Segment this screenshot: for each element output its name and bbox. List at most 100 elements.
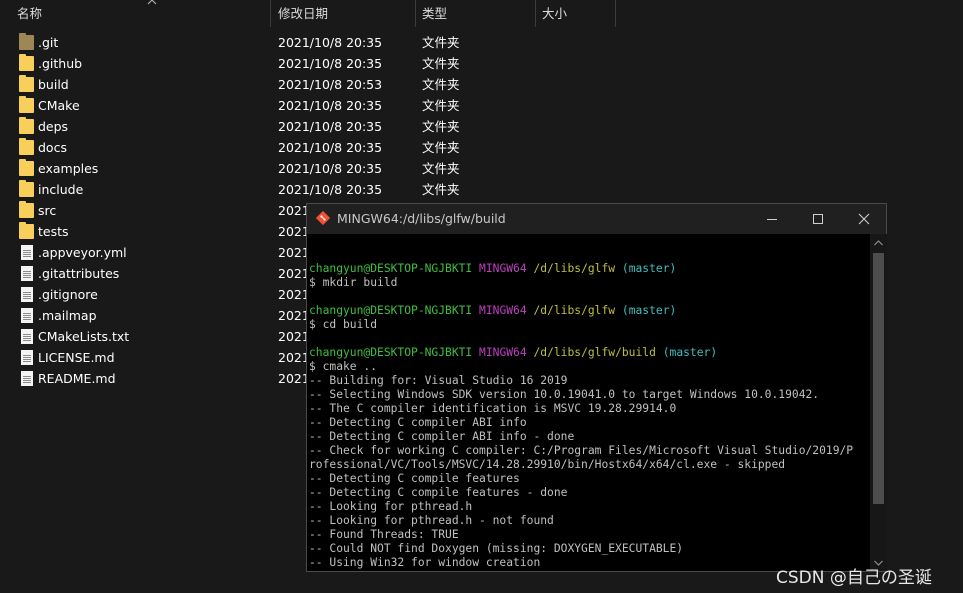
file-type: 文件夹 bbox=[422, 119, 460, 134]
file-type: 文件夹 bbox=[422, 140, 460, 155]
output-line: -- Detecting C compiler ABI info - done bbox=[309, 430, 575, 443]
output-line: $ cmake .. bbox=[309, 360, 378, 373]
folder-icon bbox=[19, 159, 34, 176]
column-header-type-label: 类型 bbox=[422, 6, 448, 21]
output-line: -- Check for working C compiler: C:/Prog… bbox=[309, 444, 854, 457]
scroll-up-arrow-icon[interactable] bbox=[874, 240, 883, 246]
close-icon bbox=[858, 213, 870, 225]
column-header-date-label: 修改日期 bbox=[278, 6, 329, 21]
file-name: .appveyor.yml bbox=[38, 245, 127, 260]
file-name: CMakeLists.txt bbox=[38, 329, 130, 344]
file-name: LICENSE.md bbox=[38, 350, 115, 365]
column-header-name[interactable]: 名称 bbox=[11, 0, 271, 27]
file-date: 2021/10/8 20:35 bbox=[278, 161, 383, 176]
file-row[interactable]: deps 2021/10/8 20:35 文件夹 bbox=[0, 116, 963, 137]
file-name: CMake bbox=[38, 98, 80, 113]
column-divider[interactable] bbox=[270, 0, 271, 27]
folder-icon bbox=[19, 96, 34, 113]
output-line: -- Detecting C compiler ABI info bbox=[309, 416, 527, 429]
file-icon bbox=[21, 266, 33, 281]
prompt-branch: (master) bbox=[662, 346, 718, 359]
maximize-button[interactable] bbox=[795, 204, 841, 234]
file-row[interactable]: examples 2021/10/8 20:35 文件夹 bbox=[0, 158, 963, 179]
terminal-title: MINGW64:/d/libs/glfw/build bbox=[337, 211, 506, 226]
folder-icon bbox=[19, 33, 34, 50]
file-icon bbox=[21, 329, 33, 344]
file-name: examples bbox=[38, 161, 99, 176]
column-divider[interactable] bbox=[615, 0, 616, 27]
file-name: README.md bbox=[38, 371, 116, 386]
file-row[interactable]: .github 2021/10/8 20:35 文件夹 bbox=[0, 53, 963, 74]
output-line: -- Looking for pthread.h bbox=[309, 500, 473, 513]
prompt-line: changyun@DESKTOP-NGJBKTI MINGW64 /d/libs… bbox=[309, 346, 871, 360]
file-type: 文件夹 bbox=[422, 56, 460, 71]
file-name: .gitignore bbox=[38, 287, 98, 302]
git-icon bbox=[316, 211, 330, 225]
watermark: CSDN @自己の圣诞 bbox=[776, 568, 932, 588]
column-header-bar: 名称 修改日期 类型 大小 bbox=[0, 0, 963, 27]
column-header-size[interactable]: 大小 bbox=[536, 0, 616, 27]
file-type: 文件夹 bbox=[422, 161, 460, 176]
column-header-date[interactable]: 修改日期 bbox=[272, 0, 416, 27]
file-name: tests bbox=[38, 224, 69, 239]
prompt-shell: MINGW64 bbox=[479, 346, 527, 359]
file-icon bbox=[21, 350, 33, 365]
terminal-titlebar[interactable]: MINGW64:/d/libs/glfw/build bbox=[307, 204, 886, 234]
file-date: 2021/10/8 20:35 bbox=[278, 35, 383, 50]
prompt-branch: (master) bbox=[621, 262, 677, 275]
file-name: include bbox=[38, 182, 84, 197]
file-row[interactable]: include 2021/10/8 20:35 文件夹 bbox=[0, 179, 963, 200]
output-line: -- Selecting Windows SDK version 10.0.19… bbox=[309, 388, 820, 401]
prompt-line: changyun@DESKTOP-NGJBKTI MINGW64 /d/libs… bbox=[309, 304, 871, 318]
minimize-button[interactable] bbox=[749, 204, 795, 234]
file-date: 2021/10/8 20:35 bbox=[278, 119, 383, 134]
column-header-type[interactable]: 类型 bbox=[416, 0, 536, 27]
file-name: docs bbox=[38, 140, 67, 155]
file-row[interactable]: .git 2021/10/8 20:35 文件夹 bbox=[0, 32, 963, 53]
folder-icon bbox=[19, 180, 34, 197]
file-row[interactable]: docs 2021/10/8 20:35 文件夹 bbox=[0, 137, 963, 158]
sort-ascending-icon bbox=[147, 0, 157, 5]
file-type: 文件夹 bbox=[422, 35, 460, 50]
file-name: src bbox=[38, 203, 57, 218]
folder-icon bbox=[19, 117, 34, 134]
file-name: .gitattributes bbox=[38, 266, 120, 281]
prompt-path: /d/libs/glfw bbox=[533, 262, 616, 275]
prompt-line: changyun@DESKTOP-NGJBKTI MINGW64 /d/libs… bbox=[309, 262, 871, 276]
file-row[interactable]: CMake 2021/10/8 20:35 文件夹 bbox=[0, 95, 963, 116]
file-name: build bbox=[38, 77, 69, 92]
output-line: -- Detecting C compile features bbox=[309, 472, 520, 485]
column-header-name-label: 名称 bbox=[17, 6, 43, 21]
prompt-branch: (master) bbox=[621, 304, 677, 317]
file-type: 文件夹 bbox=[422, 77, 460, 92]
file-name: deps bbox=[38, 119, 69, 134]
file-icon bbox=[21, 287, 33, 302]
folder-icon bbox=[19, 138, 34, 155]
file-date: 2021/10/8 20:53 bbox=[278, 77, 383, 92]
file-row[interactable]: build 2021/10/8 20:53 文件夹 bbox=[0, 74, 963, 95]
column-header-size-label: 大小 bbox=[542, 6, 568, 21]
folder-icon bbox=[19, 75, 34, 92]
prompt-user: changyun@DESKTOP-NGJBKTI bbox=[309, 262, 473, 275]
file-name: .git bbox=[38, 35, 59, 50]
terminal-output[interactable]: changyun@DESKTOP-NGJBKTI MINGW64 /d/libs… bbox=[309, 248, 871, 570]
terminal-scrollbar[interactable] bbox=[870, 234, 887, 571]
file-date: 2021/10/8 20:35 bbox=[278, 182, 383, 197]
file-date: 2021/10/8 20:35 bbox=[278, 56, 383, 71]
folder-icon bbox=[19, 222, 34, 239]
file-icon bbox=[21, 371, 33, 386]
file-type: 文件夹 bbox=[422, 98, 460, 113]
file-type: 文件夹 bbox=[422, 182, 460, 197]
file-name: .github bbox=[38, 56, 83, 71]
scrollbar-thumb[interactable] bbox=[873, 253, 884, 504]
output-line: -- Found Threads: TRUE bbox=[309, 528, 459, 541]
folder-icon bbox=[19, 54, 34, 71]
output-line: -- Building for: Visual Studio 16 2019 bbox=[309, 374, 568, 387]
output-line: rofessional/VC/Tools/MSVC/14.28.29910/bi… bbox=[309, 458, 786, 471]
close-button[interactable] bbox=[841, 204, 887, 234]
file-name: .mailmap bbox=[38, 308, 97, 323]
terminal-window[interactable]: MINGW64:/d/libs/glfw/build changyun@DESK… bbox=[306, 203, 887, 572]
file-date: 2021/10/8 20:35 bbox=[278, 98, 383, 113]
